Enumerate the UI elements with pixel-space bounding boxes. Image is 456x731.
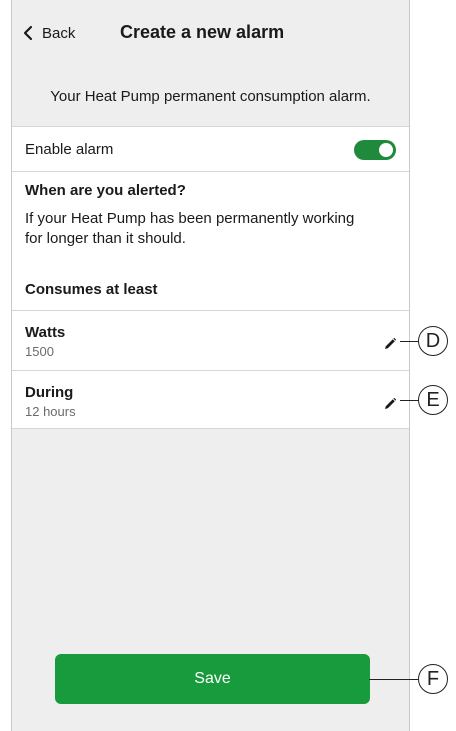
toggle-knob (379, 143, 393, 157)
during-label: During (25, 384, 74, 401)
header: Back Create a new alarm (12, 0, 409, 66)
pencil-icon[interactable] (383, 337, 397, 351)
watts-label: Watts (25, 324, 66, 341)
pencil-icon[interactable] (383, 397, 397, 411)
callout-e: E (418, 385, 448, 415)
chevron-left-icon (22, 25, 34, 41)
alarm-description: Your Heat Pump permanent consumption ala… (50, 87, 371, 105)
alert-question: When are you alerted? (25, 182, 186, 199)
callout-d: D (418, 326, 448, 356)
callout-line-f (369, 679, 419, 680)
enable-alarm-row: Enable alarm (12, 126, 409, 172)
back-button[interactable]: Back (22, 20, 75, 46)
alert-info-section: When are you alerted? If your Heat Pump … (12, 172, 409, 311)
phone-screen: Back Create a new alarm Your Heat Pump p… (11, 0, 410, 731)
callout-line-e (400, 400, 419, 401)
callout-line-d (400, 341, 419, 342)
during-setting-row[interactable]: During 12 hours (12, 371, 409, 429)
enable-alarm-label: Enable alarm (25, 141, 114, 158)
enable-alarm-toggle[interactable] (354, 140, 396, 160)
consumes-heading: Consumes at least (25, 281, 158, 298)
watts-value: 1500 (25, 344, 54, 359)
page-title: Create a new alarm (120, 22, 285, 42)
save-button[interactable]: Save (55, 654, 370, 704)
back-label: Back (42, 24, 76, 42)
alert-explanation: If your Heat Pump has been permanently w… (25, 210, 355, 247)
watts-setting-row[interactable]: Watts 1500 (12, 311, 409, 371)
during-value: 12 hours (25, 404, 76, 419)
callout-f: F (418, 664, 448, 694)
